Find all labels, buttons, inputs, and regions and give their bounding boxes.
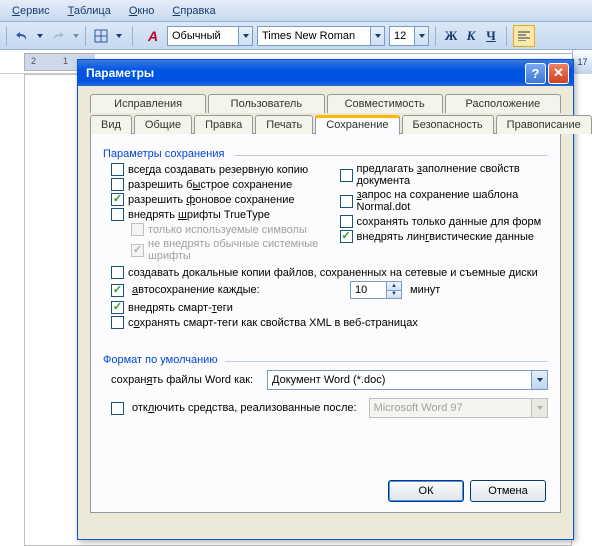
minutes-label: минут (410, 284, 440, 296)
cancel-button[interactable]: Отмена (470, 480, 546, 502)
chk-backup-label: всегда создавать резервную копию (128, 164, 308, 176)
tab-spelling[interactable]: Правописание (496, 115, 592, 134)
chk-fastsave-label: разрешить быстрое сохранение (128, 179, 292, 191)
ruler-end: 17 (572, 50, 592, 74)
tab-corrections[interactable]: Исправления (90, 94, 206, 113)
chk-noembed (131, 244, 144, 257)
ok-button[interactable]: ОК (388, 480, 464, 502)
separator (435, 26, 436, 46)
chk-autosave[interactable] (111, 284, 124, 297)
chk-nolocal[interactable] (111, 266, 124, 279)
tab-general[interactable]: Общие (134, 115, 192, 134)
chk-ttf[interactable] (111, 208, 124, 221)
chk-props-label: предлагать заполнение свойств документа (357, 163, 549, 187)
group-format-title: Формат по умолчанию (103, 354, 548, 366)
ruler-tick: 2 (31, 56, 36, 66)
tab-row-bottom: Вид Общие Правка Печать Сохранение Безоп… (90, 115, 561, 134)
tab-security[interactable]: Безопасность (402, 115, 494, 134)
font-combo[interactable]: Times New Roman (257, 26, 385, 46)
separator (85, 26, 86, 46)
toolbar: A Обычный Times New Roman 12 Ж К Ч (0, 22, 592, 50)
chk-bgsave[interactable] (111, 193, 124, 206)
chk-ling[interactable] (340, 230, 353, 243)
close-button[interactable]: ✕ (548, 63, 569, 84)
chk-smarttags[interactable] (111, 301, 124, 314)
dialog-title: Параметры (86, 66, 523, 80)
group-save-title: Параметры сохранения (103, 148, 548, 160)
dialog-titlebar[interactable]: Параметры ? ✕ (78, 60, 573, 86)
chk-ttf-label: внедрять шрифты TrueType (128, 209, 270, 221)
saveas-combo[interactable]: Документ Word (*.doc) (267, 370, 548, 390)
undo-dropdown[interactable] (35, 25, 45, 47)
menu-window[interactable]: Окно (121, 3, 163, 19)
tab-panel-save: Параметры сохранения всегда создавать ре… (90, 133, 561, 513)
bold-button[interactable]: Ж (442, 26, 460, 46)
tab-print[interactable]: Печать (255, 115, 313, 134)
chk-noembed-label: не внедрять обычные системные шрифты (148, 238, 320, 262)
chk-smartxml[interactable] (111, 316, 124, 329)
styles-formatting-button[interactable]: A (141, 25, 165, 47)
chk-autosave-label: автосохранение каждые: (132, 284, 342, 296)
toolbar-options[interactable] (114, 25, 124, 47)
style-combo[interactable]: Обычный (167, 26, 253, 46)
menu-bar: Сервис Таблица Окно Справка (0, 0, 592, 22)
chk-fastsave[interactable] (111, 178, 124, 191)
autosave-minutes-input[interactable]: 10 ▲▼ (350, 281, 402, 299)
chk-props[interactable] (340, 169, 353, 182)
redo-dropdown[interactable] (71, 25, 81, 47)
chk-normal[interactable] (340, 195, 353, 208)
dropdown-arrow-icon (531, 399, 547, 417)
align-left-button[interactable] (513, 25, 535, 47)
tab-user[interactable]: Пользователь (208, 94, 324, 113)
separator (6, 26, 7, 46)
saveas-label: сохранять файлы Word как: (111, 374, 259, 386)
spin-down[interactable]: ▼ (386, 291, 401, 299)
chk-disable-features[interactable] (111, 402, 124, 415)
dropdown-arrow-icon (531, 371, 547, 389)
help-button[interactable]: ? (525, 63, 546, 84)
tab-save[interactable]: Сохранение (315, 115, 399, 135)
underline-button[interactable]: Ч (482, 26, 500, 46)
style-value: Обычный (172, 30, 221, 42)
tab-edit[interactable]: Правка (194, 115, 253, 134)
redo-button[interactable] (47, 25, 69, 47)
chk-smarttags-label: внедрять смарт-теги (128, 302, 233, 314)
separator (506, 26, 507, 46)
spin-up[interactable]: ▲ (386, 282, 401, 291)
saveas-value: Документ Word (*.doc) (272, 374, 385, 386)
font-size-combo[interactable]: 12 (389, 26, 429, 46)
options-dialog: Параметры ? ✕ Исправления Пользователь С… (77, 59, 574, 540)
chk-smartxml-label: сохранять смарт-теги как свойства XML в … (128, 317, 418, 329)
tab-view[interactable]: Вид (90, 115, 132, 134)
chk-bgsave-label: разрешить фоновое сохранение (128, 194, 294, 206)
tab-row-top: Исправления Пользователь Совместимость Р… (90, 94, 561, 113)
tab-compat[interactable]: Совместимость (327, 94, 443, 113)
disable-features-label: отключить средства, реализованные после: (132, 402, 357, 414)
separator (132, 26, 133, 46)
menu-service[interactable]: Сервис (4, 3, 58, 19)
chk-backup[interactable] (111, 163, 124, 176)
font-value: Times New Roman (262, 30, 355, 42)
disable-after-value: Microsoft Word 97 (374, 402, 463, 414)
italic-button[interactable]: К (462, 26, 480, 46)
chk-usedonly (131, 223, 144, 236)
ruler-tick: 1 (63, 56, 68, 66)
menu-table[interactable]: Таблица (60, 3, 119, 19)
menu-help[interactable]: Справка (164, 3, 223, 19)
undo-button[interactable] (11, 25, 33, 47)
tab-location[interactable]: Расположение (445, 94, 561, 113)
chk-usedonly-label: только используемые символы (148, 224, 307, 236)
chk-formdata[interactable] (340, 215, 353, 228)
tables-borders-button[interactable] (90, 25, 112, 47)
font-size-value: 12 (394, 30, 406, 42)
chk-ling-label: внедрять лингвистические данные (357, 231, 535, 243)
chk-nolocal-label: создавать докальные копии файлов, сохран… (128, 267, 538, 279)
chk-formdata-label: сохранять только данные для форм (357, 216, 542, 228)
autosave-value: 10 (355, 284, 367, 296)
chk-normal-label: запрос на сохранение шаблона Normal.dot (357, 189, 549, 213)
disable-after-combo: Microsoft Word 97 (369, 398, 548, 418)
